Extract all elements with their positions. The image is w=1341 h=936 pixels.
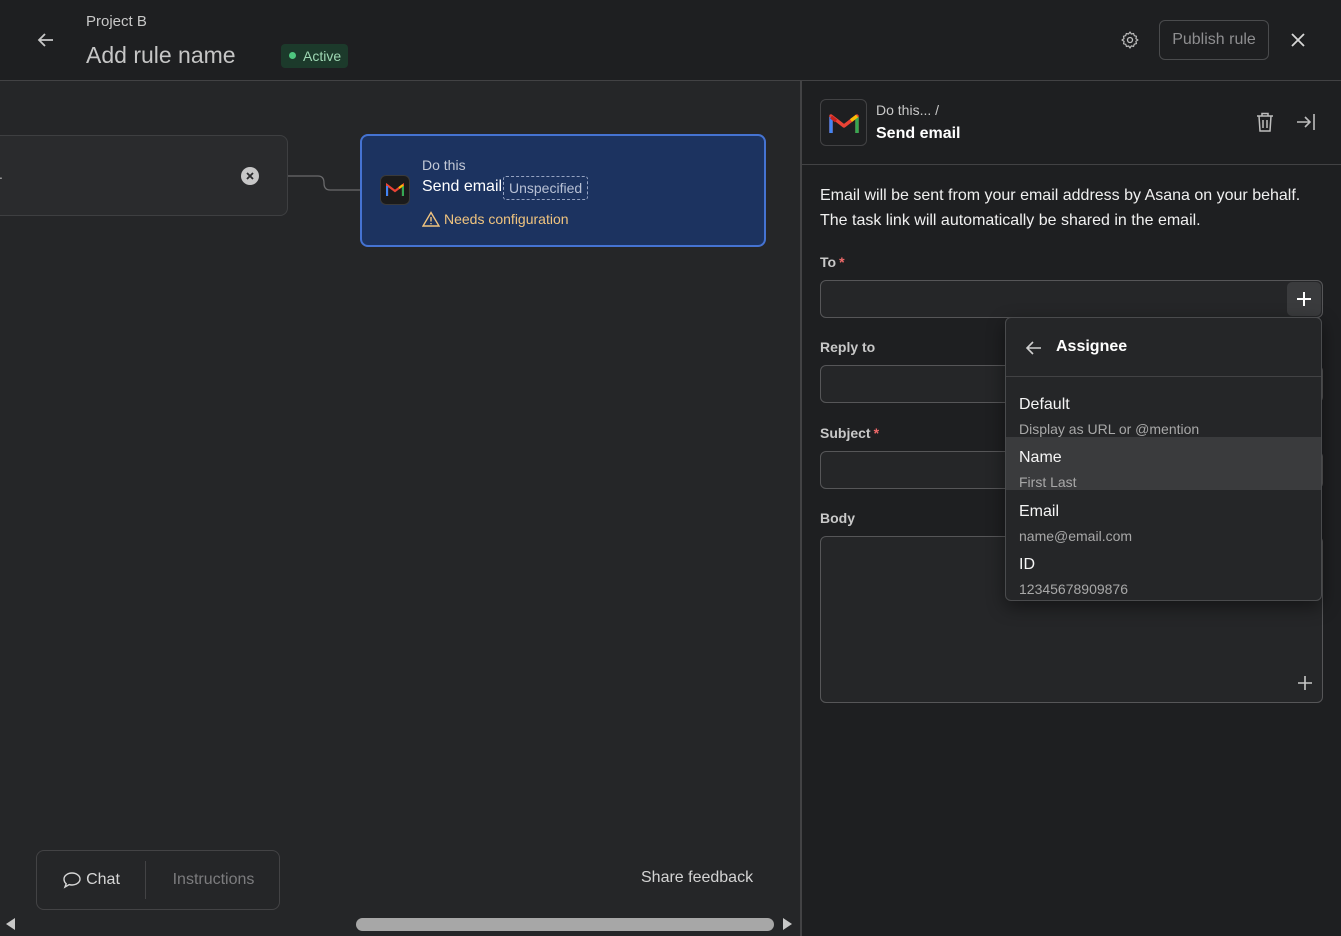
scroll-right-icon[interactable]: [782, 917, 794, 931]
panel-header: Do this... / Send email: [802, 81, 1341, 165]
scrollbar-thumb[interactable]: [356, 918, 774, 931]
panel-title: Send email: [876, 125, 961, 142]
collapse-panel-icon[interactable]: [1295, 111, 1317, 133]
option-label: Default: [1019, 396, 1070, 413]
dropdown-header: Assignee: [1006, 318, 1321, 377]
action-kicker: Do this: [422, 157, 466, 173]
plus-icon: [1297, 292, 1311, 306]
action-title: Send email: [422, 178, 503, 195]
required-marker: *: [839, 254, 845, 270]
gmail-icon: [820, 99, 867, 146]
trigger-card[interactable]: .: [0, 135, 288, 216]
back-arrow-icon[interactable]: [1024, 338, 1044, 358]
publish-rule-button[interactable]: Publish rule: [1159, 20, 1269, 60]
connector-line: [288, 175, 360, 191]
back-arrow-icon: [37, 33, 53, 47]
plus-icon[interactable]: [1297, 675, 1313, 691]
close-button[interactable]: [1282, 24, 1314, 56]
option-default[interactable]: Default Display as URL or @mention: [1006, 384, 1321, 437]
to-field[interactable]: [820, 280, 1323, 318]
option-id[interactable]: ID 12345678909876: [1006, 544, 1321, 597]
option-name[interactable]: Name First Last: [1006, 437, 1321, 490]
reply-to-label: Reply to: [820, 339, 876, 355]
send-email-action-card[interactable]: Do this Send email Unspecified Needs con…: [360, 134, 766, 247]
needs-configuration-warning: Needs configuration: [422, 211, 569, 227]
email-description: Email will be sent from your email addre…: [820, 187, 1301, 229]
option-email[interactable]: Email name@email.com: [1006, 491, 1321, 544]
option-label: ID: [1019, 556, 1035, 573]
rule-name-title[interactable]: Add rule name: [86, 42, 236, 69]
clear-trigger-button[interactable]: [241, 167, 259, 185]
option-label: Name: [1019, 449, 1062, 466]
chat-button[interactable]: Chat: [37, 851, 145, 909]
clear-circle-icon: [246, 172, 254, 180]
option-description: 12345678909876: [1019, 581, 1129, 597]
subject-label: Subject *: [820, 425, 879, 441]
horizontal-scrollbar[interactable]: [0, 913, 800, 935]
close-icon: [1291, 33, 1305, 47]
trigger-placeholder: .: [0, 166, 3, 182]
scroll-left-icon[interactable]: [4, 917, 16, 931]
warning-triangle-icon: [422, 211, 440, 227]
project-name: Project B: [86, 13, 147, 30]
to-label: To *: [820, 254, 845, 270]
required-marker: *: [873, 425, 880, 441]
chat-label: Chat: [86, 871, 120, 888]
option-description: Display as URL or @mention: [1019, 421, 1200, 437]
body-label: Body: [820, 510, 855, 526]
rule-canvas[interactable]: . Do this Send email Unspecified Needs c…: [0, 81, 800, 936]
status-badge: Active: [281, 44, 349, 68]
rule-header: Project B Add rule name Active Publish r…: [0, 0, 1341, 81]
chat-bubble-icon: [63, 872, 81, 889]
trash-icon[interactable]: [1255, 111, 1275, 133]
dropdown-title: Assignee: [1056, 338, 1128, 355]
needs-configuration-text: Needs configuration: [444, 211, 569, 227]
unspecified-tag: Unspecified: [503, 176, 589, 200]
subject-label-text: Subject: [820, 425, 871, 441]
assignee-dropdown: Assignee Default Display as URL or @ment…: [1005, 317, 1322, 601]
share-feedback-link[interactable]: Share feedback: [641, 869, 753, 887]
breadcrumb[interactable]: Do this... /: [876, 102, 939, 118]
option-description: First Last: [1019, 474, 1077, 490]
back-button[interactable]: [30, 24, 62, 56]
to-label-text: To: [820, 254, 837, 270]
add-recipient-button[interactable]: [1287, 282, 1321, 316]
option-label: Email: [1019, 503, 1060, 520]
option-description: name@email.com: [1019, 528, 1133, 544]
gear-icon: [1121, 31, 1139, 49]
instructions-button[interactable]: Instructions: [146, 851, 281, 909]
gmail-icon: [380, 175, 410, 205]
settings-button[interactable]: [1114, 24, 1146, 56]
chat-instructions-bar: Chat Instructions: [36, 850, 280, 910]
